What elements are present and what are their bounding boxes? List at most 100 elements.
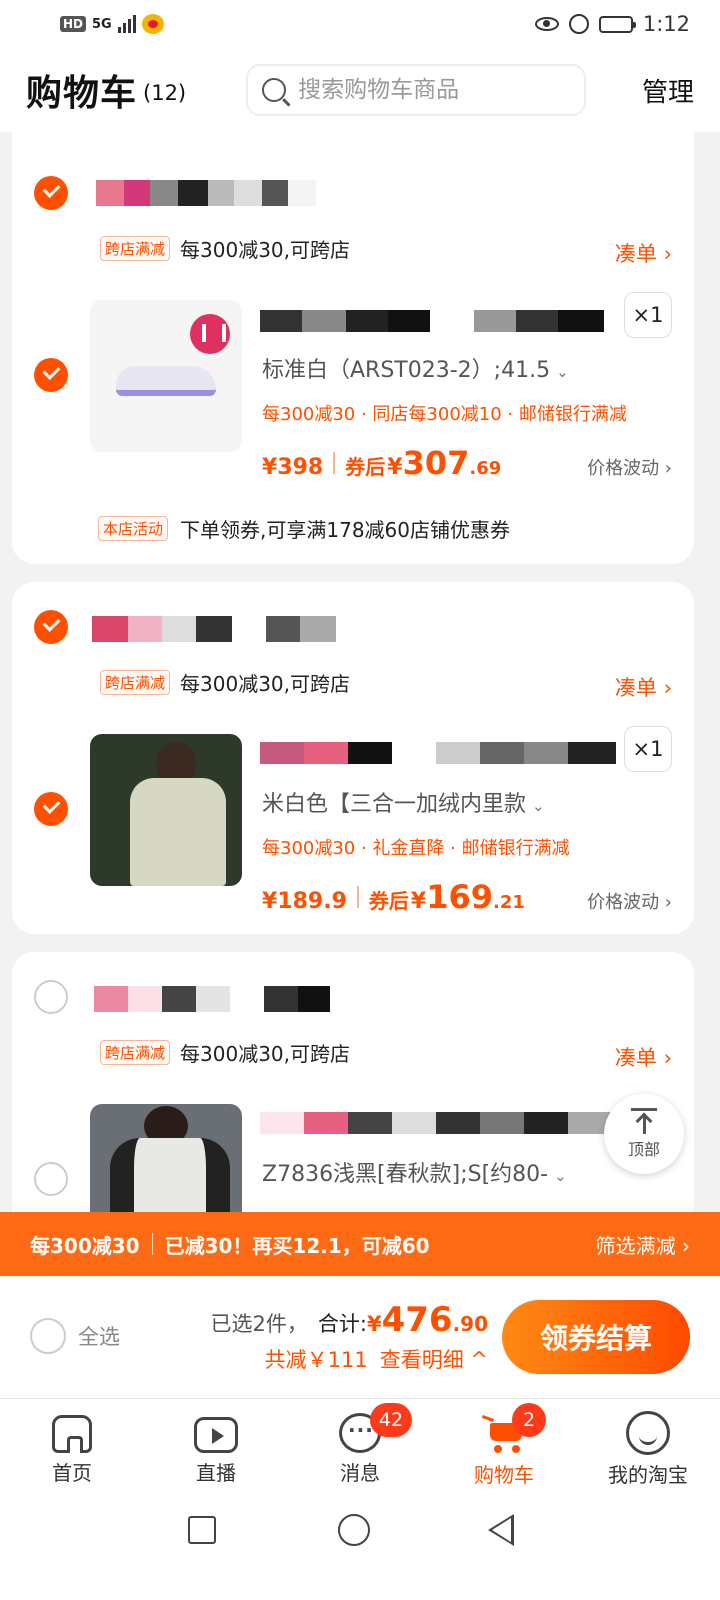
select-all-toggle[interactable]: 全选 — [30, 1318, 120, 1354]
search-box[interactable] — [246, 64, 587, 116]
shop-name-redacted[interactable] — [94, 986, 330, 1012]
shop-checkbox[interactable] — [34, 980, 68, 1014]
live-play-icon — [194, 1417, 238, 1453]
promo-tag: 跨店满减 — [100, 236, 171, 261]
hd-indicator: HD — [60, 16, 87, 32]
back-to-top-button[interactable]: 顶部 — [604, 1094, 684, 1174]
eye-icon — [534, 17, 559, 31]
promo-tag: 跨店满减 — [100, 670, 171, 695]
cart-header: 购物车 (12) 管理 — [0, 48, 720, 132]
combine-order-link[interactable]: 凑单 › — [615, 672, 672, 702]
cart-badge: 2 — [512, 1403, 546, 1437]
tab-home[interactable]: 首页 — [0, 1399, 144, 1498]
currency-symbol: ¥ — [366, 1312, 382, 1336]
cart-count: (12) — [143, 81, 187, 105]
arrow-up-icon — [631, 1108, 657, 1134]
divider — [151, 1233, 153, 1255]
promo-tag: 跨店满减 — [100, 1040, 171, 1065]
discount-rule: 每300减30 — [30, 1233, 140, 1258]
sku-selector[interactable]: Z7836浅黑[春秋款];S[约80- ⌄ — [262, 1156, 567, 1188]
sku-text: Z7836浅黑[春秋款];S[约80- — [262, 1162, 549, 1187]
status-right: 1:12 — [534, 12, 690, 36]
recent-apps-icon[interactable] — [188, 1516, 216, 1544]
product-title-redacted[interactable] — [260, 310, 604, 332]
network-indicator: 5G — [92, 16, 112, 32]
weibo-icon — [141, 14, 164, 34]
after-coupon-label: 券后 — [345, 455, 386, 479]
price-fluctuation-link[interactable]: 价格波动 › — [587, 454, 672, 480]
item-checkbox[interactable] — [34, 358, 68, 392]
select-all-checkbox[interactable] — [30, 1318, 66, 1354]
product-image[interactable] — [90, 734, 242, 886]
total-amount: 476 — [381, 1300, 453, 1340]
price-fluctuation-link[interactable]: 价格波动 › — [587, 888, 672, 914]
alarm-icon — [568, 14, 589, 34]
select-all-label: 全选 — [78, 1325, 120, 1349]
tab-live[interactable]: 直播 — [144, 1399, 288, 1498]
price-divider — [333, 452, 336, 474]
shop-checkbox[interactable] — [34, 176, 68, 210]
promo-text: 每300减30,可跨店 — [180, 238, 350, 262]
checkout-button[interactable]: 领券结算 — [502, 1300, 690, 1374]
search-icon — [262, 78, 287, 102]
sku-selector[interactable]: 米白色【三合一加绒内里款 ⌄ — [262, 786, 545, 818]
home-icon — [52, 1415, 92, 1453]
checkout-bar: 全选 已选2件， 合计:¥476.90 共减￥111 查看明细 ^ 领券结算 — [0, 1276, 720, 1398]
price-row: ¥398 券后 ¥307.69 — [262, 444, 501, 482]
after-coupon-decimal: .69 — [469, 458, 502, 479]
tab-label: 直播 — [196, 1461, 236, 1485]
promo-text: 每300减30,可跨店 — [180, 1042, 350, 1066]
tab-label: 消息 — [340, 1461, 380, 1485]
product-title-redacted[interactable] — [260, 742, 616, 764]
price-divider — [356, 886, 359, 908]
offer-list: 每300减30 · 礼金直降 · 邮储银行满减 — [262, 838, 570, 859]
filter-discount-button[interactable]: 筛选满减 › — [596, 1230, 690, 1259]
tab-my-taobao[interactable]: 我的淘宝 — [576, 1399, 720, 1498]
quantity-button[interactable]: ×1 — [624, 726, 672, 772]
tab-cart[interactable]: 2 购物车 — [432, 1399, 576, 1498]
after-coupon-decimal: .21 — [493, 892, 525, 913]
product-title-redacted[interactable] — [260, 1112, 612, 1134]
after-coupon-price: 169 — [426, 878, 494, 916]
shop-name-redacted[interactable] — [92, 616, 336, 642]
selected-count: 已选2件， — [210, 1312, 308, 1336]
back-icon[interactable] — [488, 1514, 514, 1546]
item-checkbox[interactable] — [34, 792, 68, 826]
store-activity-text: 下单领券,可享满178减60店铺优惠券 — [180, 518, 510, 542]
battery-icon — [598, 15, 636, 33]
product-image[interactable] — [90, 300, 242, 452]
brand-badge-icon — [190, 314, 230, 354]
currency-symbol: ¥ — [262, 889, 278, 914]
chevron-down-icon: ⌄ — [532, 797, 545, 815]
cross-store-promo: 跨店满减 每300减30,可跨店 — [100, 668, 350, 697]
tab-messages[interactable]: 42 消息 — [288, 1399, 432, 1498]
offer-list: 每300减30 · 同店每300减10 · 邮储银行满减 — [262, 404, 627, 425]
sku-text: 标准白（ARST023-2）;41.5 — [262, 358, 551, 383]
item-checkbox[interactable] — [34, 1162, 68, 1196]
cross-store-promo: 跨店满减 每300减30,可跨店 — [100, 234, 350, 263]
chevron-down-icon: ⌄ — [554, 1167, 567, 1185]
after-coupon-price: 307 — [402, 444, 470, 482]
cross-store-promo: 跨店满减 每300减30,可跨店 — [100, 1038, 350, 1067]
quantity-button[interactable]: ×1 — [624, 292, 672, 338]
status-left: HD 5G — [60, 14, 164, 34]
total-label: 合计: — [317, 1312, 367, 1336]
combine-order-link[interactable]: 凑单 › — [615, 238, 672, 268]
shop-group-1: 跨店满减 每300减30,可跨店 凑单 › ×1 标准白（ARST023-2）;… — [12, 132, 694, 564]
discount-progress-text: 已减30！再买12.1，可减60 — [164, 1233, 430, 1258]
view-details-link[interactable]: 查看明细 ^ — [380, 1348, 488, 1372]
sku-text: 米白色【三合一加绒内里款 — [262, 792, 527, 817]
promo-text: 每300减30,可跨店 — [180, 672, 350, 696]
combine-order-link[interactable]: 凑单 › — [615, 1042, 672, 1072]
search-input[interactable] — [298, 77, 559, 103]
sku-selector[interactable]: 标准白（ARST023-2）;41.5 ⌄ — [262, 352, 569, 384]
manage-button[interactable]: 管理 — [642, 72, 694, 109]
shop-name-redacted[interactable] — [96, 180, 316, 206]
page-title: 购物车 — [26, 73, 138, 114]
home-nav-icon[interactable] — [338, 1514, 370, 1546]
shop-checkbox[interactable] — [34, 610, 68, 644]
total-decimal: .90 — [452, 1312, 488, 1336]
shoe-illustration — [116, 366, 216, 396]
store-activity-tag: 本店活动 — [98, 516, 169, 541]
store-activity[interactable]: 本店活动 下单领券,可享满178减60店铺优惠券 — [98, 514, 510, 543]
